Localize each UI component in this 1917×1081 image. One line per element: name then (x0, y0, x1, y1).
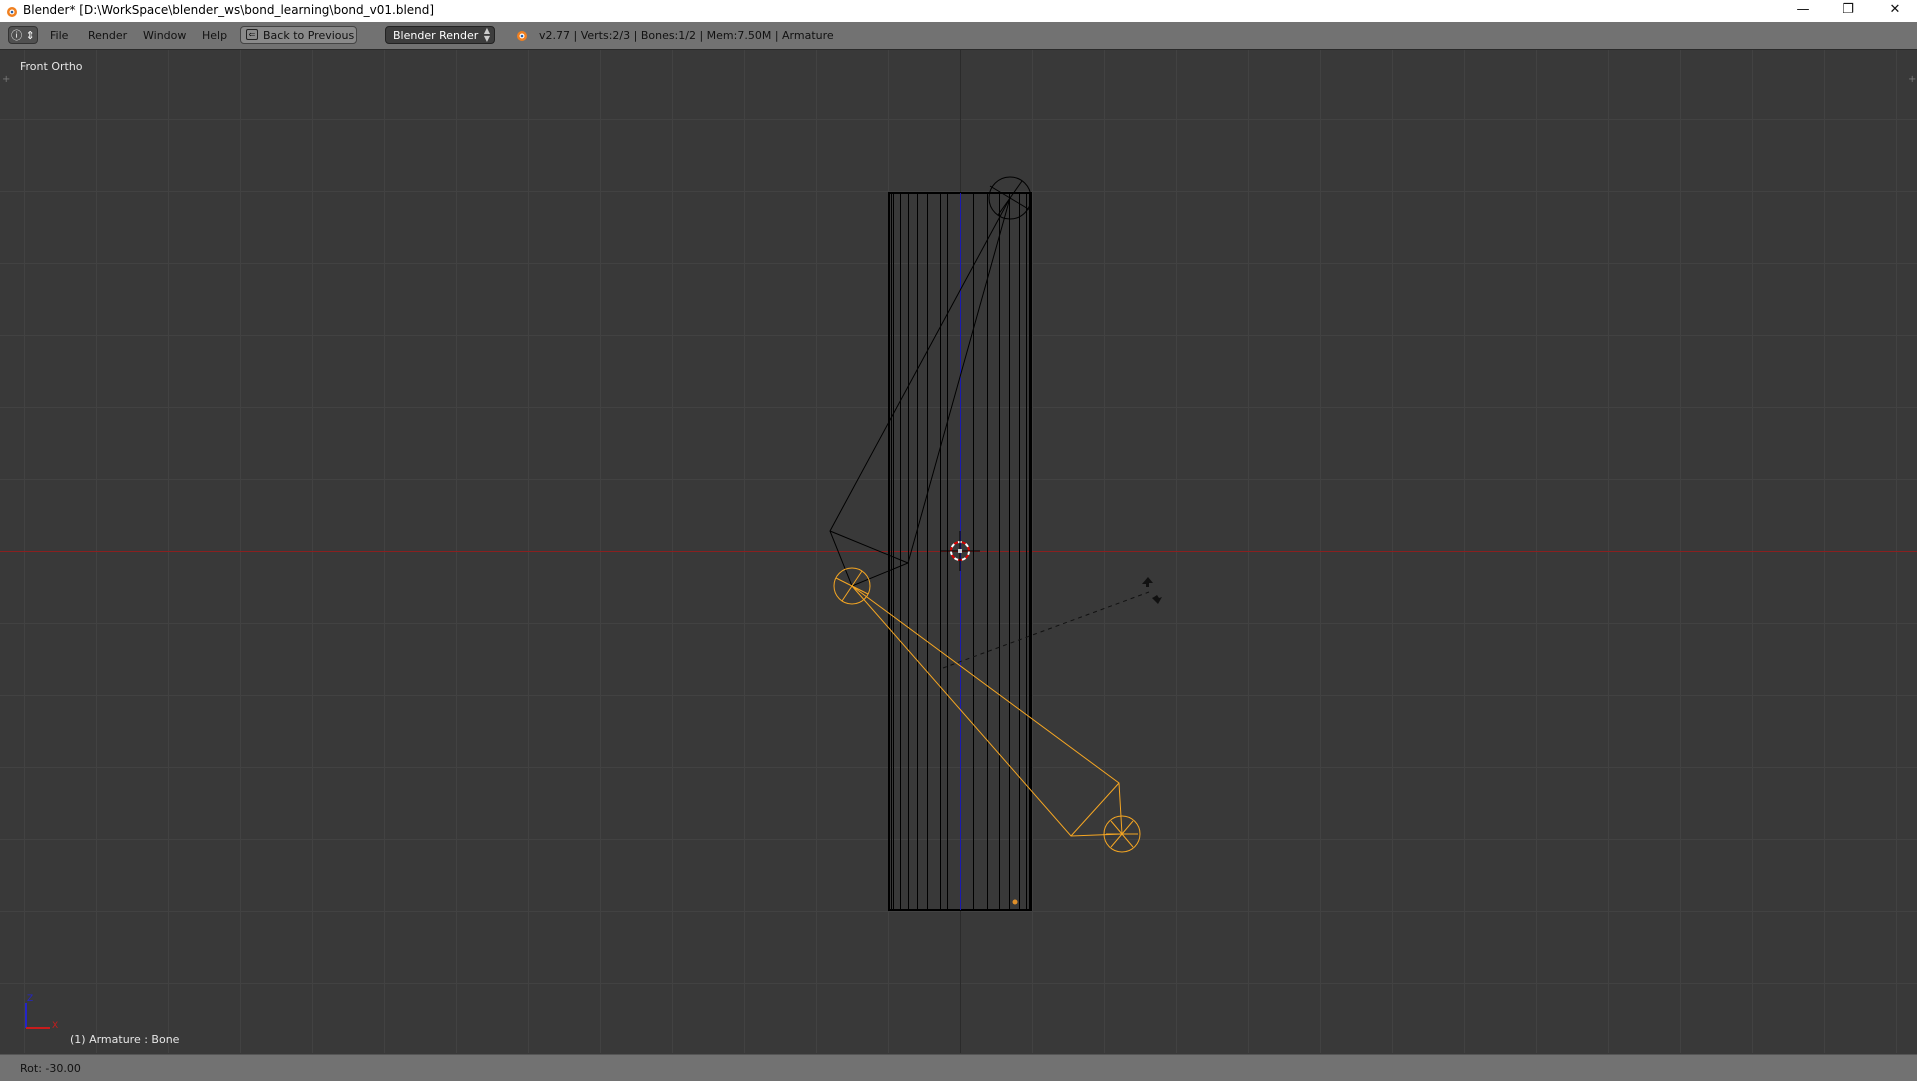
scene-info: v2.77 | Verts:2/3 | Bones:1/2 | Mem:7.50… (539, 29, 834, 42)
updown-arrow-icon: ▲ ▼ (483, 26, 490, 43)
close-button[interactable]: ✕ (1873, 0, 1917, 22)
restore-button[interactable]: ❐ (1826, 0, 1870, 22)
rotation-status: Rot: -30.00 (20, 1062, 81, 1075)
render-engine-select[interactable]: Blender Render ▲ ▼ (385, 26, 495, 44)
menu-help[interactable]: Help (202, 29, 227, 42)
3d-viewport[interactable] (0, 50, 1917, 1054)
menu-window[interactable]: Window (143, 29, 186, 42)
minimize-button[interactable]: — (1781, 0, 1825, 22)
back-to-previous-label: Back to Previous (263, 29, 355, 42)
back-to-previous-button[interactable]: ⇐ Back to Previous (240, 26, 357, 44)
menu-render[interactable]: Render (88, 29, 127, 42)
info-icon: ⓘ ⇕ (11, 29, 35, 42)
view-label: Front Ortho (20, 60, 83, 73)
back-icon: ⇐ (246, 29, 258, 40)
blender-logo-icon (517, 31, 527, 41)
editor-type-button[interactable]: ⓘ ⇕ (8, 26, 38, 44)
info-header: ⓘ ⇕ File Render Window Help ⇐ Back to Pr… (0, 22, 1917, 50)
title-bar: Blender* [D:\WorkSpace\blender_ws\bond_l… (0, 0, 1917, 22)
render-engine-value: Blender Render (393, 29, 479, 42)
blender-logo-icon (7, 7, 17, 17)
window-title: Blender* [D:\WorkSpace\blender_ws\bond_l… (23, 3, 435, 17)
status-bar: Rot: -30.00 (0, 1054, 1917, 1081)
menu-file[interactable]: File (50, 29, 68, 42)
active-object-label: (1) Armature : Bone (70, 1033, 180, 1046)
